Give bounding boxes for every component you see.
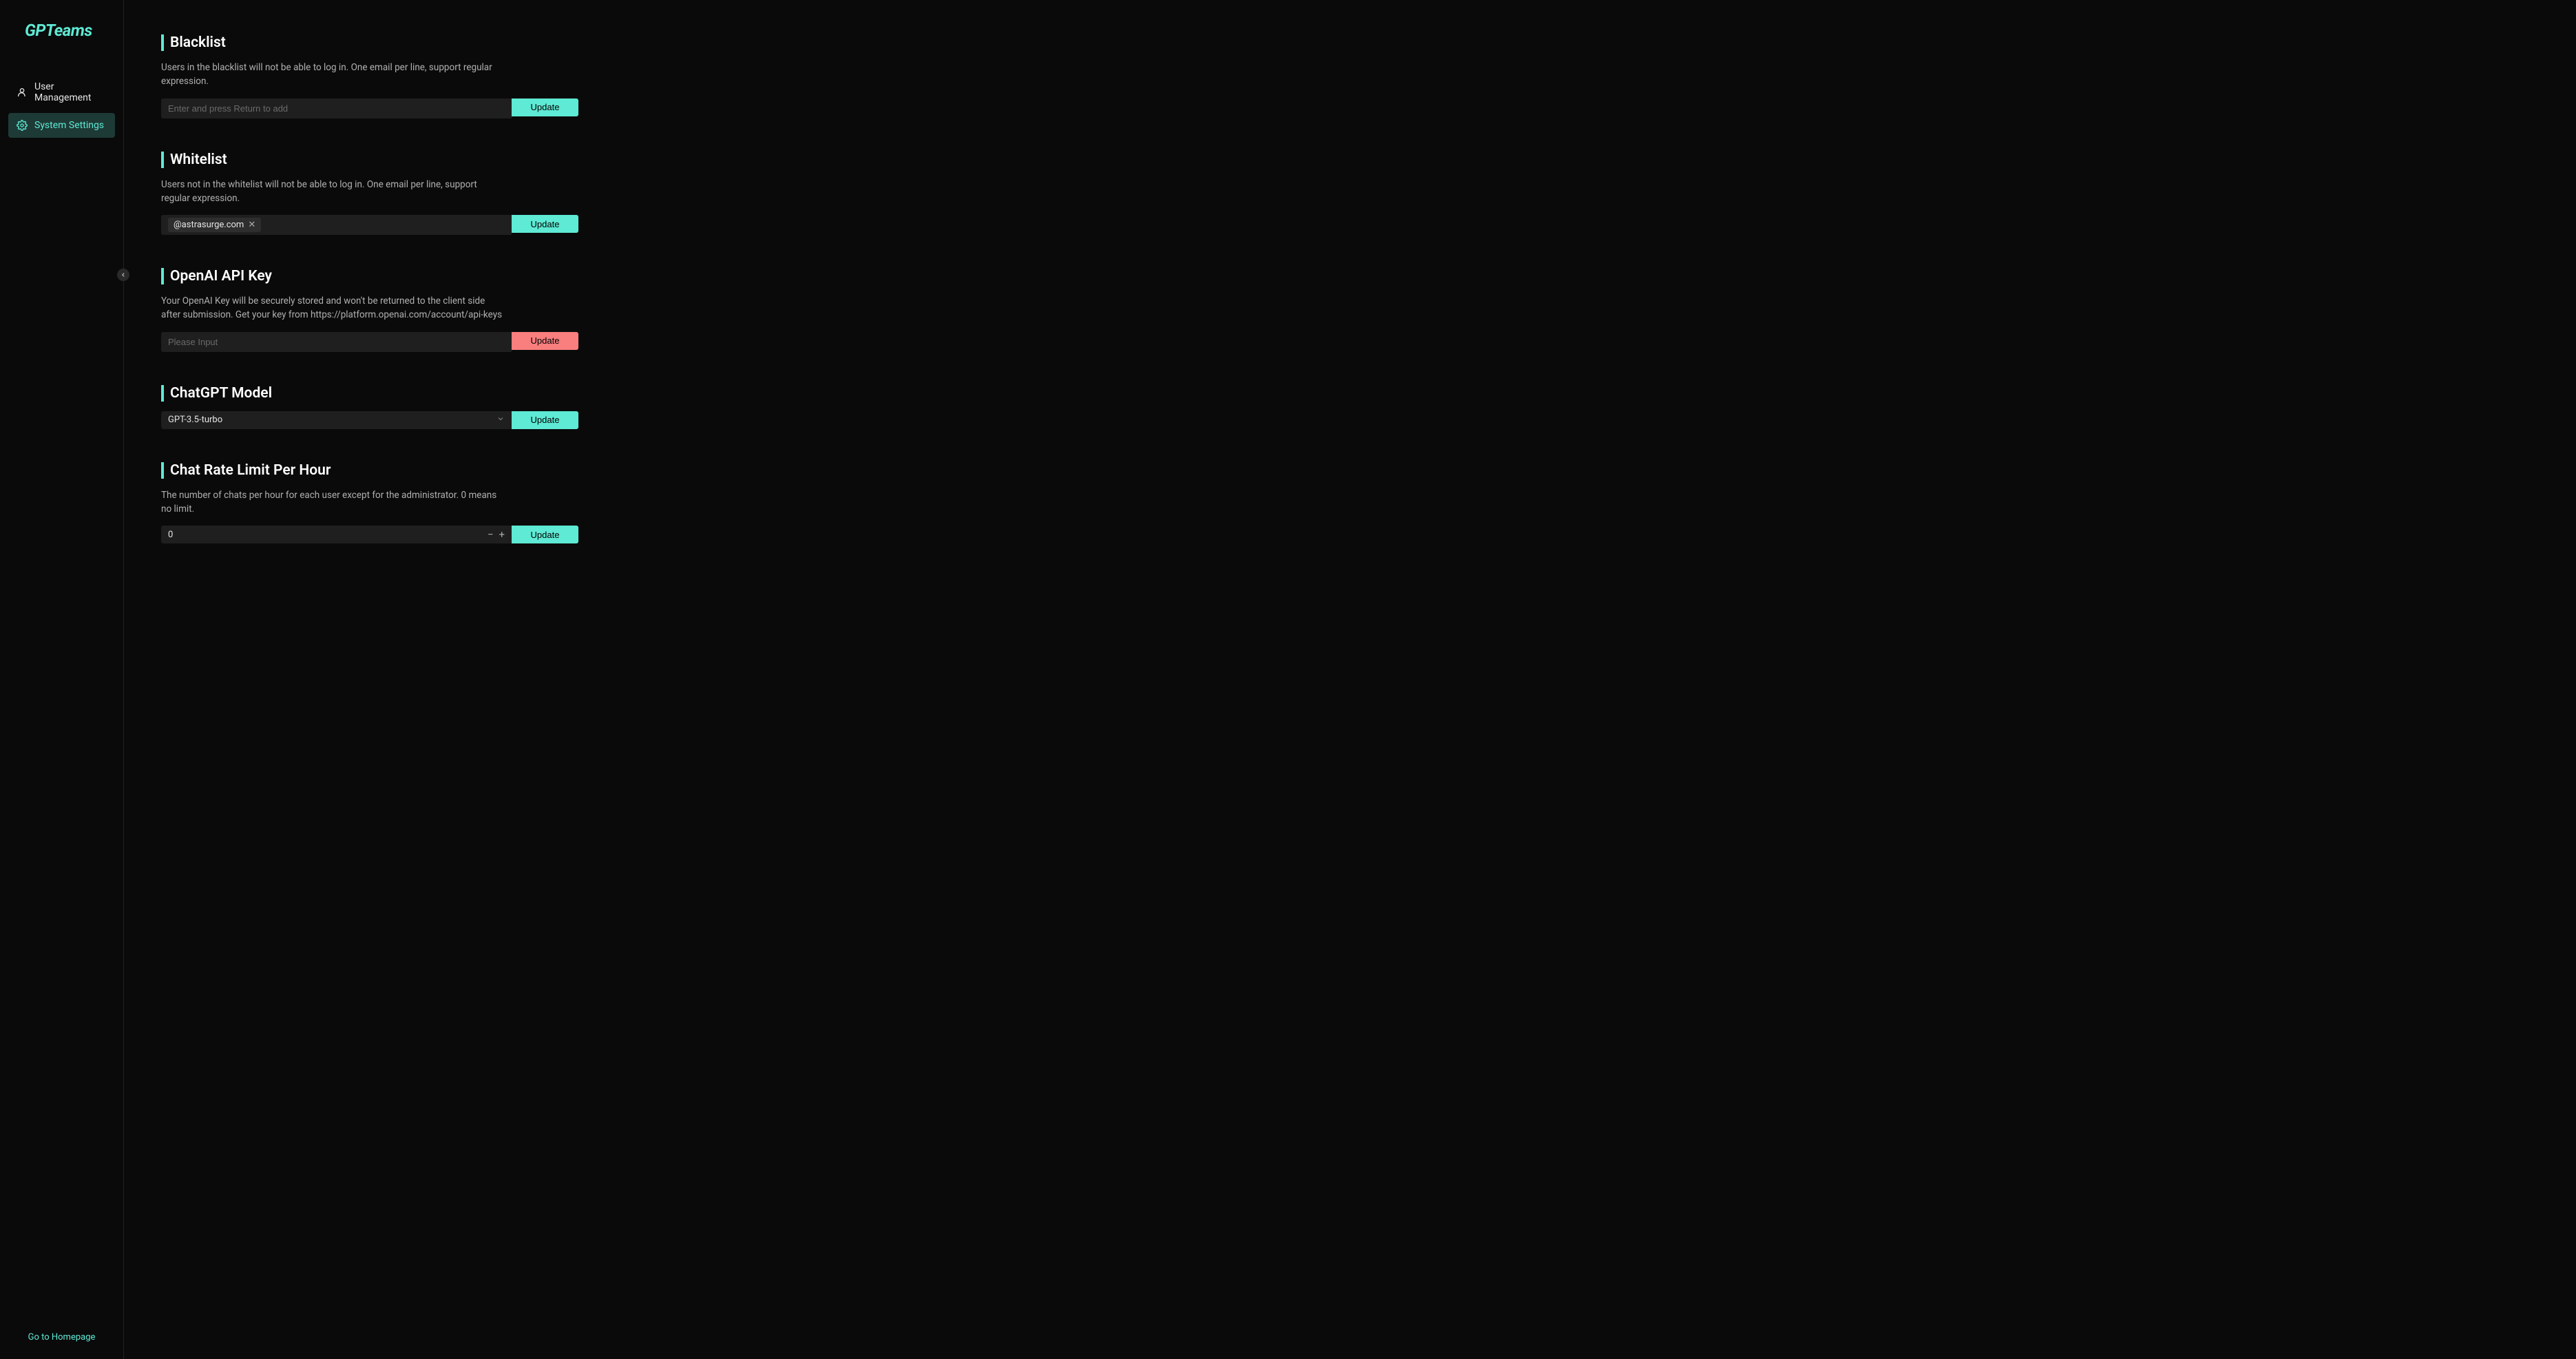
go-home-link[interactable]: Go to Homepage xyxy=(28,1332,96,1342)
section-openai-api-key: OpenAI API Key Your OpenAI Key will be s… xyxy=(161,268,578,352)
whitelist-update-button[interactable]: Update xyxy=(512,215,578,233)
apikey-update-button[interactable]: Update xyxy=(512,332,578,350)
section-title: OpenAI API Key xyxy=(161,268,578,284)
section-title: Whitelist xyxy=(161,152,578,168)
ratelimit-input-wrap[interactable]: 0 − + xyxy=(161,526,512,543)
sidebar-item-system-settings[interactable]: System Settings xyxy=(8,113,115,138)
apikey-input-wrap[interactable] xyxy=(161,332,512,352)
sidebar-footer: Go to Homepage xyxy=(0,1318,123,1359)
tag-label: @astrasurge.com xyxy=(174,220,244,230)
apikey-input[interactable] xyxy=(168,332,505,352)
field-row: Update xyxy=(161,332,578,352)
whitelist-input-wrap[interactable]: @astrasurge.com ✕ xyxy=(161,215,512,235)
section-chatgpt-model: ChatGPT Model GPT-3.5-turbo Update xyxy=(161,385,578,429)
gear-icon xyxy=(17,120,28,131)
ratelimit-value: 0 xyxy=(168,530,488,540)
quantity-stepper: − + xyxy=(488,530,505,540)
sidebar-item-label: User Management xyxy=(34,81,107,103)
sidebar-collapse-button[interactable] xyxy=(117,269,129,281)
blacklist-input-wrap[interactable] xyxy=(161,98,512,118)
section-whitelist: Whitelist Users not in the whitelist wil… xyxy=(161,152,578,236)
blacklist-update-button[interactable]: Update xyxy=(512,98,578,116)
user-icon xyxy=(17,87,28,98)
section-desc: Your OpenAI Key will be securely stored … xyxy=(161,294,505,322)
section-title: Blacklist xyxy=(161,34,578,51)
sidebar: GPTeams User Management System Settings … xyxy=(0,0,124,1359)
sidebar-item-user-management[interactable]: User Management xyxy=(8,74,115,110)
field-row: GPT-3.5-turbo Update xyxy=(161,411,578,429)
model-select[interactable]: GPT-3.5-turbo xyxy=(161,411,512,429)
section-title: ChatGPT Model xyxy=(161,385,578,402)
section-desc: Users not in the whitelist will not be a… xyxy=(161,178,505,206)
whitelist-tag: @astrasurge.com ✕ xyxy=(168,218,261,232)
main-content: Blacklist Users in the blacklist will no… xyxy=(124,0,2576,1359)
section-rate-limit: Chat Rate Limit Per Hour The number of c… xyxy=(161,462,578,544)
whitelist-input[interactable] xyxy=(265,215,505,235)
nav: User Management System Settings xyxy=(0,47,123,1318)
model-update-button[interactable]: Update xyxy=(512,411,578,429)
ratelimit-update-button[interactable]: Update xyxy=(512,526,578,543)
sidebar-item-label: System Settings xyxy=(34,120,104,131)
chevron-left-icon xyxy=(120,271,127,278)
close-icon[interactable]: ✕ xyxy=(248,220,255,229)
section-blacklist: Blacklist Users in the blacklist will no… xyxy=(161,34,578,118)
field-row: Update xyxy=(161,98,578,118)
section-desc: Users in the blacklist will not be able … xyxy=(161,61,505,89)
blacklist-input[interactable] xyxy=(168,98,505,118)
field-row: @astrasurge.com ✕ Update xyxy=(161,215,578,235)
model-selected-value: GPT-3.5-turbo xyxy=(168,415,222,425)
chevron-down-icon xyxy=(496,415,505,426)
app-logo: GPTeams xyxy=(0,0,123,47)
section-desc: The number of chats per hour for each us… xyxy=(161,488,505,517)
plus-icon[interactable]: + xyxy=(499,530,505,540)
field-row: 0 − + Update xyxy=(161,526,578,543)
minus-icon[interactable]: − xyxy=(488,530,494,540)
section-title: Chat Rate Limit Per Hour xyxy=(161,462,578,479)
